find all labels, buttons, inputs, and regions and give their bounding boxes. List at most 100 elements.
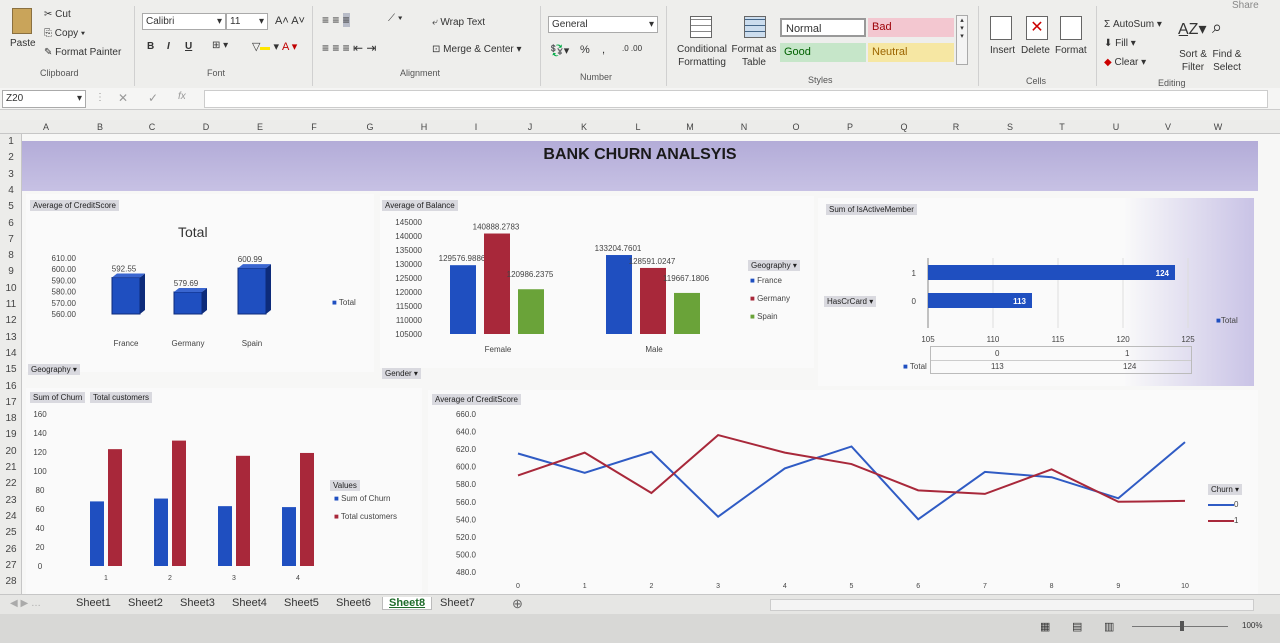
row-header-5[interactable]: 5 bbox=[0, 201, 22, 212]
row-header-22[interactable]: 22 bbox=[0, 478, 22, 489]
delete-button[interactable]: Delete bbox=[1021, 45, 1050, 56]
column-header-s[interactable]: S bbox=[1000, 122, 1020, 132]
insert-button[interactable]: Insert bbox=[990, 45, 1015, 56]
chart1-field-pill[interactable]: Average of CreditScore bbox=[30, 200, 120, 211]
credit-score-geo-chart[interactable]: Average of CreditScore Total 610.00 600.0… bbox=[26, 194, 374, 372]
tab-sheet2[interactable]: Sheet2 bbox=[122, 597, 169, 609]
enter-icon[interactable]: ✓ bbox=[148, 91, 158, 105]
column-header-l[interactable]: L bbox=[628, 122, 648, 132]
decimal-icon[interactable]: .0 .00 bbox=[622, 44, 642, 53]
paste-button[interactable]: Paste bbox=[10, 38, 36, 49]
column-header-q[interactable]: Q bbox=[894, 122, 914, 132]
font-name-select[interactable]: Calibri ▾ bbox=[142, 13, 226, 30]
column-header-d[interactable]: D bbox=[196, 122, 216, 132]
copy-button[interactable]: ⎘ Copy ▾ bbox=[44, 28, 85, 39]
name-box[interactable]: Z20 ▾ bbox=[2, 90, 86, 108]
clear-button[interactable]: ◆ Clear ▾ bbox=[1104, 57, 1146, 68]
column-header-f[interactable]: F bbox=[304, 122, 324, 132]
horizontal-scrollbar[interactable] bbox=[770, 599, 1254, 611]
tab-sheet7[interactable]: Sheet7 bbox=[434, 597, 481, 609]
column-header-k[interactable]: K bbox=[574, 122, 594, 132]
row-header-18[interactable]: 18 bbox=[0, 413, 22, 424]
chart5-field-pill[interactable]: Average of CreditScore bbox=[432, 394, 522, 405]
styles-scroll[interactable]: ▴ ▾ ▾ bbox=[956, 15, 968, 65]
share-button[interactable]: Share bbox=[1232, 0, 1259, 11]
column-header-j[interactable]: J bbox=[520, 122, 540, 132]
column-header-h[interactable]: H bbox=[414, 122, 434, 132]
tab-sheet5[interactable]: Sheet5 bbox=[278, 597, 325, 609]
format-painter-button[interactable]: ✎ Format Painter bbox=[44, 47, 121, 58]
wrap-text-button[interactable]: ⤶ Wrap Text bbox=[432, 17, 485, 28]
chart3-field-pill[interactable]: Sum of IsActiveMember bbox=[826, 204, 917, 215]
row-header-4[interactable]: 4 bbox=[0, 185, 22, 196]
row-header-11[interactable]: 11 bbox=[0, 299, 22, 310]
column-header-w[interactable]: W bbox=[1208, 122, 1228, 132]
fill-color-icon[interactable]: ▽ ▾ bbox=[252, 40, 279, 53]
row-header-9[interactable]: 9 bbox=[0, 266, 22, 277]
autosum-button[interactable]: Σ AutoSum ▾ bbox=[1104, 19, 1162, 30]
column-header-c[interactable]: C bbox=[142, 122, 162, 132]
formula-input[interactable] bbox=[204, 90, 1268, 108]
chart4-pill-churn[interactable]: Sum of Churn bbox=[30, 392, 86, 403]
column-header-m[interactable]: M bbox=[680, 122, 700, 132]
page-break-icon[interactable]: ▥ bbox=[1104, 620, 1114, 633]
row-header-20[interactable]: 20 bbox=[0, 446, 22, 457]
active-member-chart[interactable]: Sum of IsActiveMember HasCrCard ▾ 105 110… bbox=[818, 198, 1254, 386]
conditional-formatting-button[interactable]: Conditional Formatting bbox=[674, 43, 730, 69]
geography-filter[interactable]: Geography ▾ bbox=[28, 364, 80, 375]
gender-filter[interactable]: Gender ▾ bbox=[382, 368, 421, 379]
normal-view-icon[interactable]: ▦ bbox=[1040, 620, 1050, 633]
column-header-o[interactable]: O bbox=[786, 122, 806, 132]
grow-font-button[interactable]: A˄ A˅ bbox=[275, 15, 305, 27]
tab-sheet3[interactable]: Sheet3 bbox=[174, 597, 221, 609]
row-header-19[interactable]: 19 bbox=[0, 429, 22, 440]
orientation-icon[interactable]: ⟋ ▾ bbox=[388, 13, 403, 24]
currency-icon[interactable]: 💱▾ bbox=[550, 44, 569, 57]
insert-function-button[interactable]: fx bbox=[178, 91, 186, 102]
column-header-t[interactable]: T bbox=[1052, 122, 1072, 132]
row-header-1[interactable]: 1 bbox=[0, 136, 22, 147]
row-header-26[interactable]: 26 bbox=[0, 544, 22, 555]
page-layout-icon[interactable]: ▤ bbox=[1072, 620, 1082, 633]
row-header-12[interactable]: 12 bbox=[0, 315, 22, 326]
column-header-e[interactable]: E bbox=[250, 122, 270, 132]
balance-gender-chart[interactable]: Average of Balance 145000 140000 135000 130… bbox=[380, 196, 814, 368]
column-header-g[interactable]: G bbox=[360, 122, 380, 132]
tab-scroll-icon[interactable]: ◀ ▶ … bbox=[10, 598, 41, 609]
zoom-slider-thumb[interactable] bbox=[1180, 621, 1184, 631]
row-header-3[interactable]: 3 bbox=[0, 169, 22, 180]
row-header-8[interactable]: 8 bbox=[0, 250, 22, 261]
row-header-17[interactable]: 17 bbox=[0, 397, 22, 408]
row-header-14[interactable]: 14 bbox=[0, 348, 22, 359]
row-header-27[interactable]: 27 bbox=[0, 560, 22, 571]
bold-button[interactable]: B bbox=[147, 41, 154, 52]
row-header-2[interactable]: 2 bbox=[0, 152, 22, 163]
fill-button[interactable]: ⬇ Fill ▾ bbox=[1104, 38, 1136, 49]
style-neutral[interactable]: Neutral bbox=[868, 43, 954, 62]
worksheet[interactable]: BANK CHURN ANALSYIS Average of CreditSco… bbox=[22, 134, 1280, 594]
format-as-table-button[interactable]: Format as Table bbox=[730, 43, 778, 69]
chart4-pill-customers[interactable]: Total customers bbox=[90, 392, 153, 403]
churn-customers-chart[interactable]: Sum of Churn Total customers 160 140 120 10… bbox=[26, 388, 422, 594]
row-header-24[interactable]: 24 bbox=[0, 511, 22, 522]
comma-button[interactable]: , bbox=[602, 44, 605, 56]
row-header-23[interactable]: 23 bbox=[0, 495, 22, 506]
tab-sheet8[interactable]: Sheet8 bbox=[382, 597, 433, 610]
tab-sheet4[interactable]: Sheet4 bbox=[226, 597, 273, 609]
find-select-button[interactable]: Find & Select bbox=[1206, 48, 1248, 74]
row-header-16[interactable]: 16 bbox=[0, 381, 22, 392]
chart2-field-pill[interactable]: Average of Balance bbox=[382, 200, 458, 211]
column-header-p[interactable]: P bbox=[840, 122, 860, 132]
column-header-r[interactable]: R bbox=[946, 122, 966, 132]
tab-sheet1[interactable]: Sheet1 bbox=[70, 597, 117, 609]
align-top-icon[interactable]: ≡ ≡ ≡ bbox=[322, 13, 350, 27]
column-header-n[interactable]: N bbox=[734, 122, 754, 132]
hascrcard-filter[interactable]: HasCrCard ▾ bbox=[824, 296, 877, 307]
align-left-icon[interactable]: ≡ ≡ ≡ ⇤ ⇥ bbox=[322, 41, 376, 55]
add-sheet-icon[interactable]: ⊕ bbox=[512, 596, 523, 612]
column-header-a[interactable]: A bbox=[36, 122, 56, 132]
row-header-21[interactable]: 21 bbox=[0, 462, 22, 473]
percent-button[interactable]: % bbox=[580, 44, 590, 56]
number-format-select[interactable]: General ▾ bbox=[548, 16, 658, 33]
font-size-select[interactable]: 11 ▾ bbox=[226, 13, 268, 30]
